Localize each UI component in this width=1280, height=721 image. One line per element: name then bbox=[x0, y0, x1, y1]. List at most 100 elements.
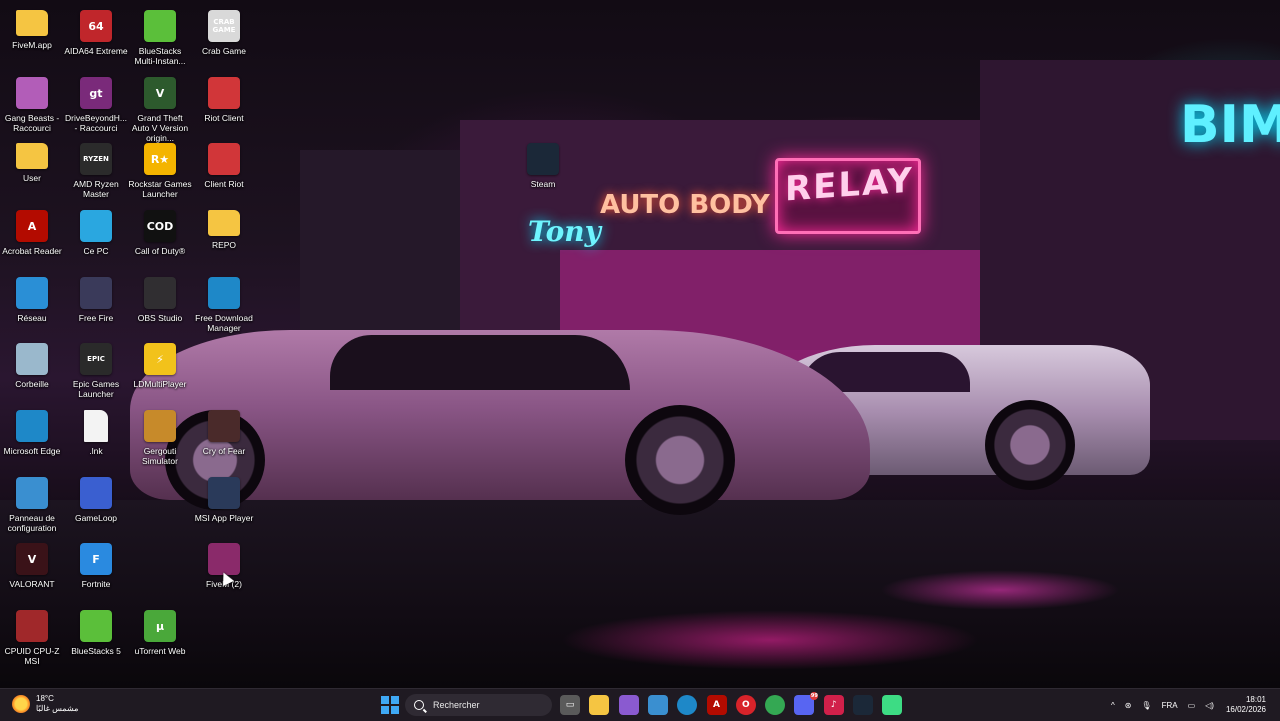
microphone-icon[interactable]: 🎙 bbox=[1141, 701, 1151, 710]
wallpaper-reflection bbox=[560, 610, 980, 670]
desktop-icon-riot-client[interactable]: Client Riot bbox=[192, 143, 256, 189]
desktop-icon-epic-games[interactable]: EPIC Epic Games Launcher bbox=[64, 343, 128, 399]
obs-icon bbox=[144, 277, 176, 309]
windows-logo-icon bbox=[381, 696, 389, 704]
network-icon[interactable]: ▭ bbox=[1188, 701, 1196, 710]
desktop-icon-gta-v[interactable]: V Grand Theft Auto V Version origin... bbox=[128, 77, 192, 143]
taskbar-android-app-icon[interactable] bbox=[882, 695, 903, 715]
desktop-icon-folder[interactable]: FiveM.app bbox=[0, 10, 64, 50]
desktop-icon-label: GameLoop bbox=[74, 513, 118, 523]
desktop-icon-riot-client[interactable]: Riot Client bbox=[192, 77, 256, 123]
desktop-icon-recycle-bin[interactable]: Corbeille bbox=[0, 343, 64, 389]
desktop-icon-label: CPUID CPU-Z MSI bbox=[4, 646, 60, 666]
desktop-icon-label: Crab Game bbox=[202, 46, 246, 56]
search-placeholder: Rechercher bbox=[433, 700, 480, 710]
start-button[interactable] bbox=[381, 696, 399, 714]
notification-badge: 99 bbox=[810, 692, 819, 700]
desktop-icon-label: Riot Client bbox=[204, 113, 244, 123]
taskbar-search-box[interactable]: Rechercher bbox=[405, 694, 552, 716]
desktop-icon-obs[interactable]: OBS Studio bbox=[128, 277, 192, 323]
taskbar-opera-icon[interactable]: O bbox=[735, 695, 756, 715]
utorrent-icon: µ bbox=[144, 610, 176, 642]
desktop-icon-ldplayer[interactable]: ⚡ LDMultiPlayer bbox=[128, 343, 192, 389]
desktop-icon-label: Steam bbox=[530, 179, 556, 189]
desktop-icon-label: BlueStacks 5 bbox=[71, 646, 121, 656]
desktop-icon-label: LDMultiPlayer bbox=[133, 379, 187, 389]
desktop-icon-label: AMD Ryzen Master bbox=[73, 179, 119, 199]
taskbar-steam-icon[interactable] bbox=[853, 695, 873, 715]
weather-widget[interactable]: 18°C مشمس غالبًا bbox=[12, 694, 78, 714]
winrar-icon bbox=[208, 543, 240, 575]
desktop-icon-utorrent[interactable]: µ uTorrent Web bbox=[128, 610, 192, 656]
amd-ryzen-icon: RYZEN bbox=[80, 143, 112, 175]
show-hidden-icons-chevron-icon[interactable]: ^ bbox=[1111, 701, 1115, 710]
desktop-icon-bluestacks-multi[interactable]: BlueStacks Multi-Instan... bbox=[128, 10, 192, 66]
taskbar-discord-icon[interactable]: 99 bbox=[794, 692, 819, 715]
desktop-icon-label: Panneau de configuration bbox=[7, 513, 57, 533]
desktop-icon-label: Gang Beasts - Raccourci bbox=[4, 113, 60, 133]
desktop-icon-file[interactable]: .lnk bbox=[64, 410, 128, 456]
system-tray: ^ ⊛ 🎙 FRA ▭ ◁) 18:01 16/02/2026 bbox=[1101, 689, 1266, 721]
desktop-icon-label: Call of Duty® bbox=[134, 246, 186, 256]
taskbar-copilot-icon[interactable] bbox=[618, 695, 639, 715]
desktop-icon-folder[interactable]: User bbox=[0, 143, 64, 183]
desktop-icon-gang-beasts[interactable]: Gang Beasts - Raccourci bbox=[0, 77, 64, 133]
network-icon bbox=[16, 277, 48, 309]
desktop-icon-valorant[interactable]: V VALORANT bbox=[0, 543, 64, 589]
desktop-icon-gameloop[interactable]: GameLoop bbox=[64, 477, 128, 523]
taskbar-chrome-icon[interactable] bbox=[765, 695, 786, 715]
desktop-icon-drivebeyond[interactable]: gt DriveBeyondH... - Raccourci bbox=[64, 77, 128, 133]
desktop-icon-free-fire[interactable]: Free Fire bbox=[64, 277, 128, 323]
desktop-icon-steam[interactable]: Steam bbox=[511, 143, 575, 189]
taskbar: 18°C مشمس غالبًا Rechercher ▭ A O 99 ♪ ^ ⊛ 🎙… bbox=[0, 688, 1280, 721]
desktop-icon-fortnite[interactable]: F Fortnite bbox=[64, 543, 128, 589]
input-language[interactable]: FRA bbox=[1162, 701, 1178, 710]
wallpaper-neon-cyan: Tony bbox=[528, 215, 601, 248]
desktop-icon-acrobat[interactable]: A Acrobat Reader bbox=[0, 210, 64, 256]
bluestacks-multi-icon bbox=[144, 10, 176, 42]
desktop-icon-label: Epic Games Launcher bbox=[72, 379, 120, 399]
epic-games-icon: EPIC bbox=[80, 343, 112, 375]
desktop-icon-control-panel[interactable]: Panneau de configuration bbox=[0, 477, 64, 533]
desktop-icon-aida64[interactable]: 64 AIDA64 Extreme bbox=[64, 10, 128, 56]
desktop-icon-rockstar[interactable]: R★ Rockstar Games Launcher bbox=[128, 143, 192, 199]
desktop-icon-gergouti[interactable]: Gergouti Simulator bbox=[128, 410, 192, 466]
desktop-icon-call-of-duty[interactable]: COD Call of Duty® bbox=[128, 210, 192, 256]
valorant-icon: V bbox=[16, 543, 48, 575]
desktop-icon-network[interactable]: Réseau bbox=[0, 277, 64, 323]
desktop-icon-fdm[interactable]: Free Download Manager bbox=[192, 277, 256, 333]
desktop-icon-crab-game[interactable]: CRAB GAME Crab Game bbox=[192, 10, 256, 56]
desktop-icon-label: .lnk bbox=[89, 446, 103, 456]
desktop-icon-msi-app-player[interactable]: MSI App Player bbox=[192, 477, 256, 523]
desktop-icon-edge[interactable]: Microsoft Edge bbox=[0, 410, 64, 456]
clock-time: 18:01 bbox=[1245, 695, 1266, 704]
clock-date: 16/02/2026 bbox=[1225, 705, 1266, 714]
volume-icon[interactable]: ◁) bbox=[1205, 701, 1214, 710]
desktop-icon-bluestacks[interactable]: BlueStacks 5 bbox=[64, 610, 128, 656]
taskbar-acrobat-icon[interactable]: A bbox=[706, 695, 727, 715]
desktop-icon-label: REPO bbox=[211, 240, 237, 250]
cpuz-icon bbox=[16, 610, 48, 642]
search-icon bbox=[414, 700, 424, 710]
desktop-icon-label: Gergouti Simulator bbox=[142, 446, 178, 466]
desktop-icon-cpuz[interactable]: CPUID CPU-Z MSI bbox=[0, 610, 64, 666]
wallpaper-car-window bbox=[330, 335, 630, 390]
desktop-icon-folder[interactable]: REPO bbox=[192, 210, 256, 250]
desktop-icon-computer[interactable]: Ce PC bbox=[64, 210, 128, 256]
desktop-icon-label: BlueStacks Multi-Instan... bbox=[134, 46, 186, 66]
bluestacks-icon bbox=[80, 610, 112, 642]
wallpaper-neon-left: AUTO BODY bbox=[600, 190, 770, 220]
taskbar-edge-icon[interactable] bbox=[677, 695, 698, 715]
taskbar-task-view-icon[interactable]: ▭ bbox=[560, 695, 580, 715]
taskbar-file-explorer-icon[interactable] bbox=[589, 695, 610, 715]
taskbar-clock[interactable]: 18:01 16/02/2026 bbox=[1226, 695, 1266, 715]
desktop-icon-amd-ryzen[interactable]: RYZEN AMD Ryzen Master bbox=[64, 143, 128, 199]
folder-icon bbox=[16, 10, 48, 36]
desktop-icon-cry-of-fear[interactable]: Cry of Fear bbox=[192, 410, 256, 456]
taskbar-tiktok-icon[interactable]: ♪ bbox=[823, 695, 844, 715]
desktop-icon-label: uTorrent Web bbox=[134, 646, 186, 656]
desktop-icon-label: Fortnite bbox=[81, 579, 111, 589]
taskbar-microsoft-store-icon[interactable] bbox=[647, 695, 668, 715]
tray-app-icon[interactable]: ⊛ bbox=[1125, 701, 1132, 710]
desktop-icon-label: Ce PC bbox=[83, 246, 109, 256]
